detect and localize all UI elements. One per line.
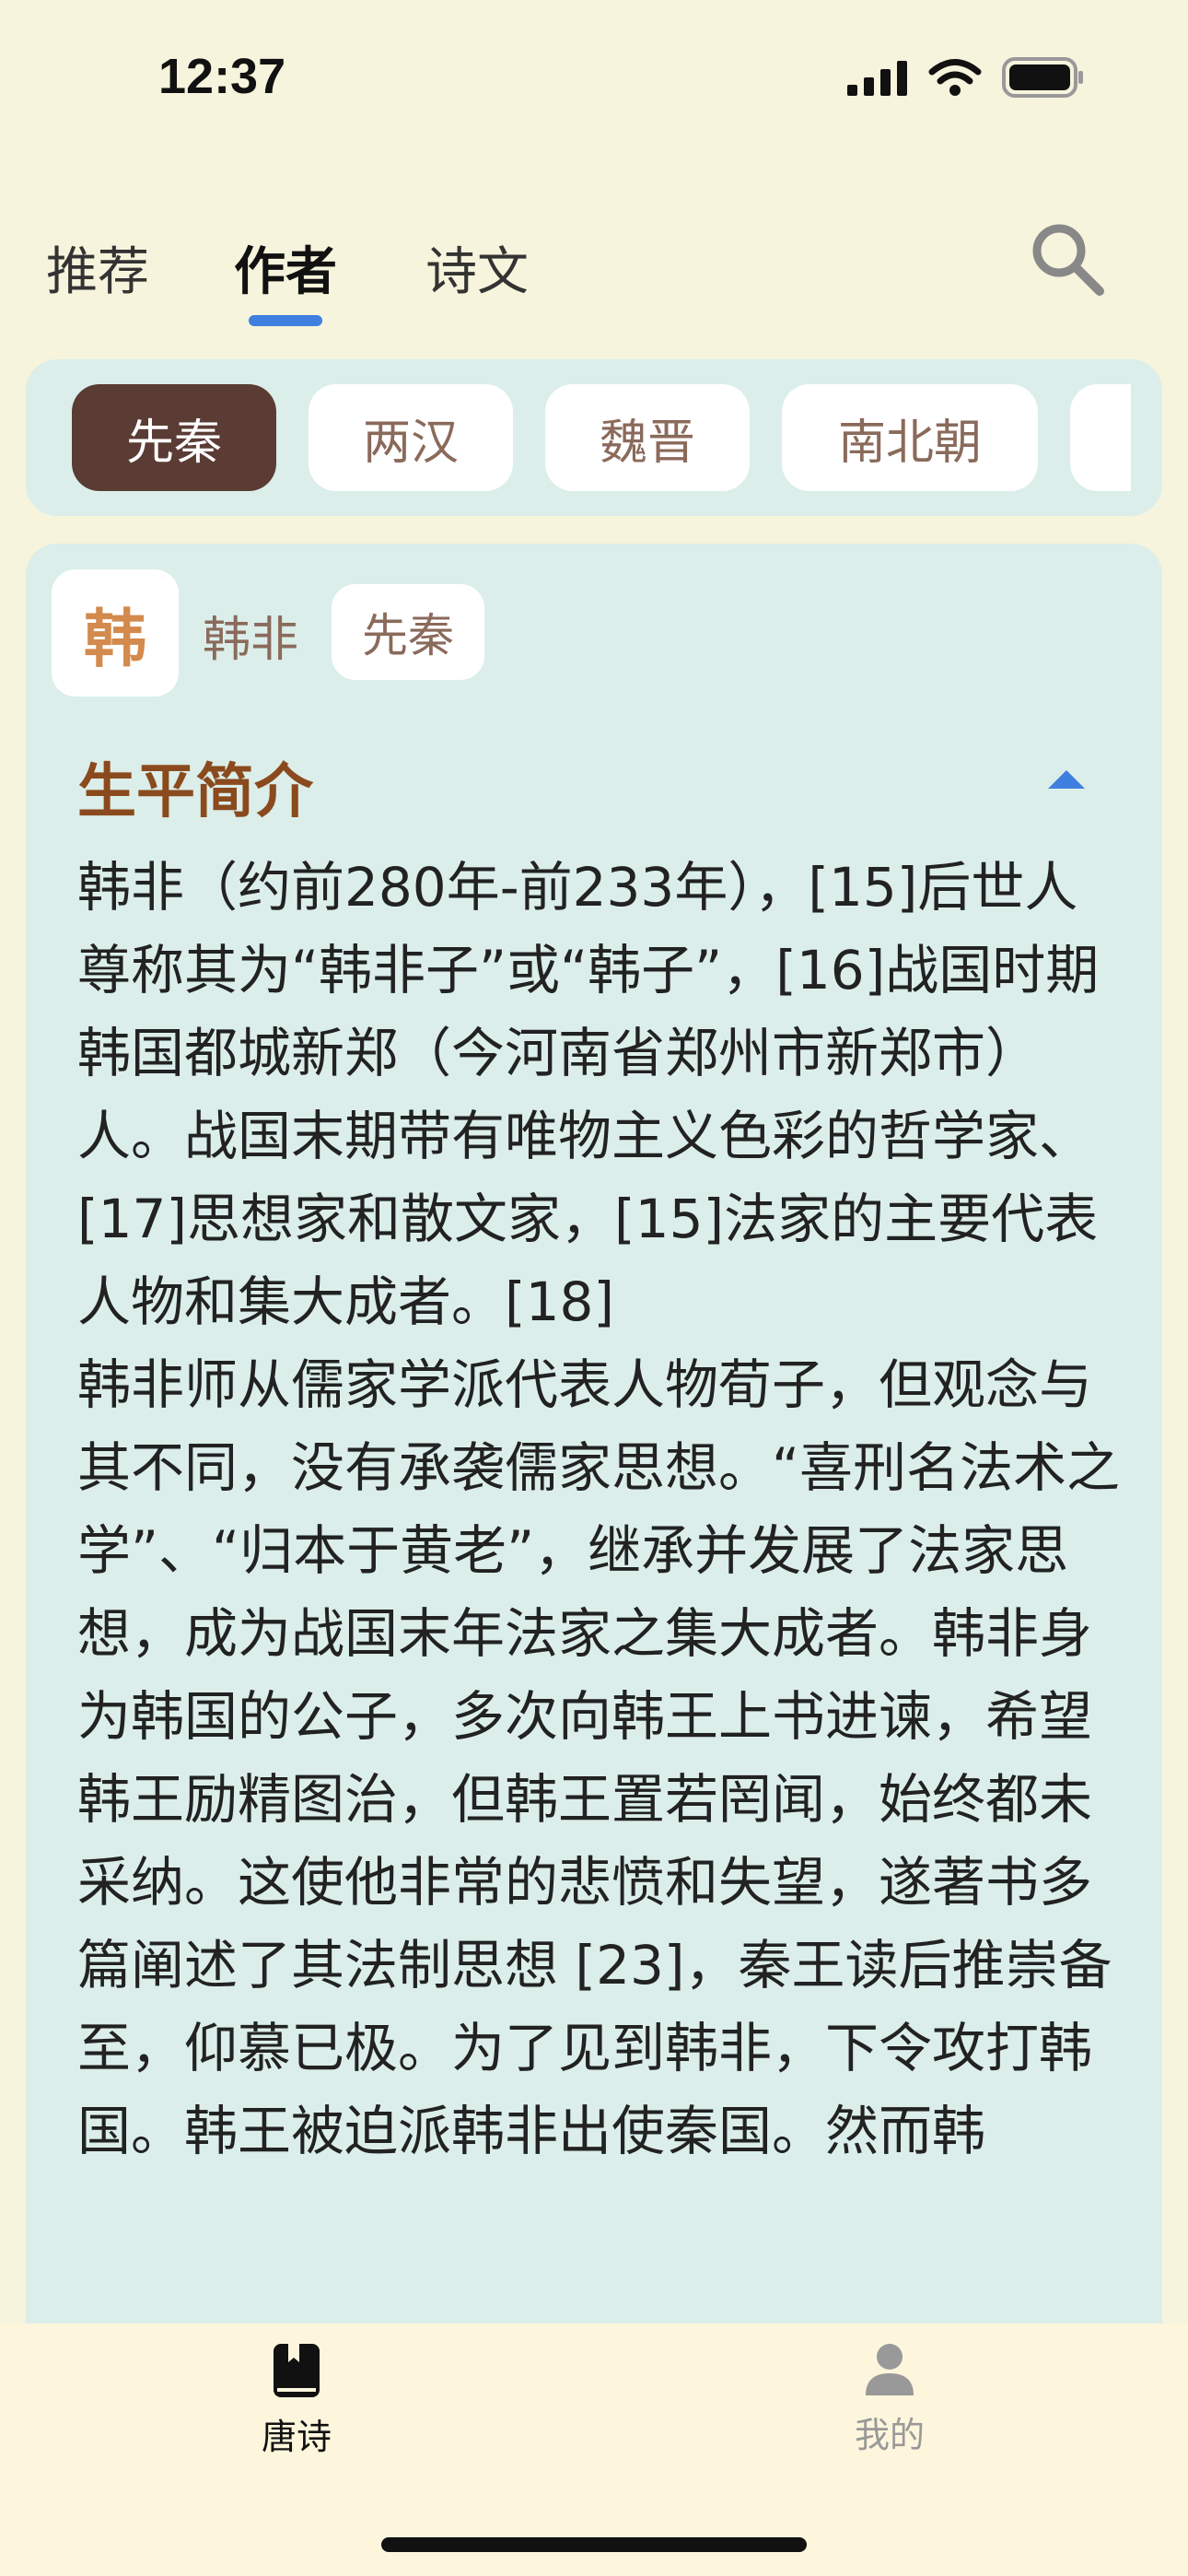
tab-authors[interactable]: 作者 xyxy=(234,230,337,305)
active-tab-indicator xyxy=(249,315,322,326)
tab-recommend[interactable]: 推荐 xyxy=(46,230,149,305)
book-icon xyxy=(274,2344,320,2397)
search-icon xyxy=(1032,224,1104,296)
person-icon xyxy=(866,2344,914,2395)
tab-poems[interactable]: 诗文 xyxy=(425,230,529,305)
era-chip-list: 先秦 两汉 魏晋 南北朝 隋 xyxy=(72,384,1162,491)
cellular-signal-icon xyxy=(847,61,907,96)
bottom-tab-mine[interactable]: 我的 xyxy=(798,2342,982,2457)
era-filter-bar: 先秦 两汉 魏晋 南北朝 隋 xyxy=(26,359,1162,516)
bio-section-title: 生平简介 xyxy=(77,758,313,826)
author-era-badge: 先秦 xyxy=(332,584,484,680)
era-list-edge xyxy=(1131,359,1162,516)
wifi-icon xyxy=(928,59,982,96)
status-icons xyxy=(847,57,1085,98)
triangle-up-icon xyxy=(1048,770,1085,789)
author-name: 韩非 xyxy=(203,613,299,668)
bottom-tab-label: 我的 xyxy=(854,2415,925,2455)
status-time: 12:37 xyxy=(158,49,286,104)
author-card: 韩 韩非 先秦 生平简介 韩非（约前280年-前233年），[15]后世人尊称其… xyxy=(26,544,1162,2386)
bio-paragraph: 韩非（约前280年-前233年），[15]后世人尊称其为“韩非子”或“韩子”，[… xyxy=(77,856,1100,1333)
collapse-toggle[interactable] xyxy=(1046,768,1087,794)
era-chip-lianghan[interactable]: 两汉 xyxy=(309,384,513,491)
bio-paragraph: 韩非师从儒家学派代表人物荀子，但观念与其不同，没有承袭儒家思想。“喜刑名法术之学… xyxy=(77,1353,1121,2162)
status-bar: 12:37 xyxy=(0,0,1188,157)
battery-icon xyxy=(1002,57,1083,98)
top-tab-bar: 推荐 作者 诗文 xyxy=(0,212,1188,341)
bottom-tab-label: 唐诗 xyxy=(261,2417,332,2457)
era-chip-nanbeichao[interactable]: 南北朝 xyxy=(782,384,1038,491)
author-avatar: 韩 xyxy=(52,569,179,697)
era-chip-xianqin[interactable]: 先秦 xyxy=(72,384,276,491)
era-chip-weijin[interactable]: 魏晋 xyxy=(545,384,750,491)
bottom-tab-tangshi[interactable]: 唐诗 xyxy=(204,2342,389,2459)
home-indicator[interactable] xyxy=(381,2537,807,2552)
search-button[interactable] xyxy=(1026,217,1109,300)
bio-text: 韩非（约前280年-前233年），[15]后世人尊称其为“韩非子”或“韩子”，[… xyxy=(77,846,1127,2172)
